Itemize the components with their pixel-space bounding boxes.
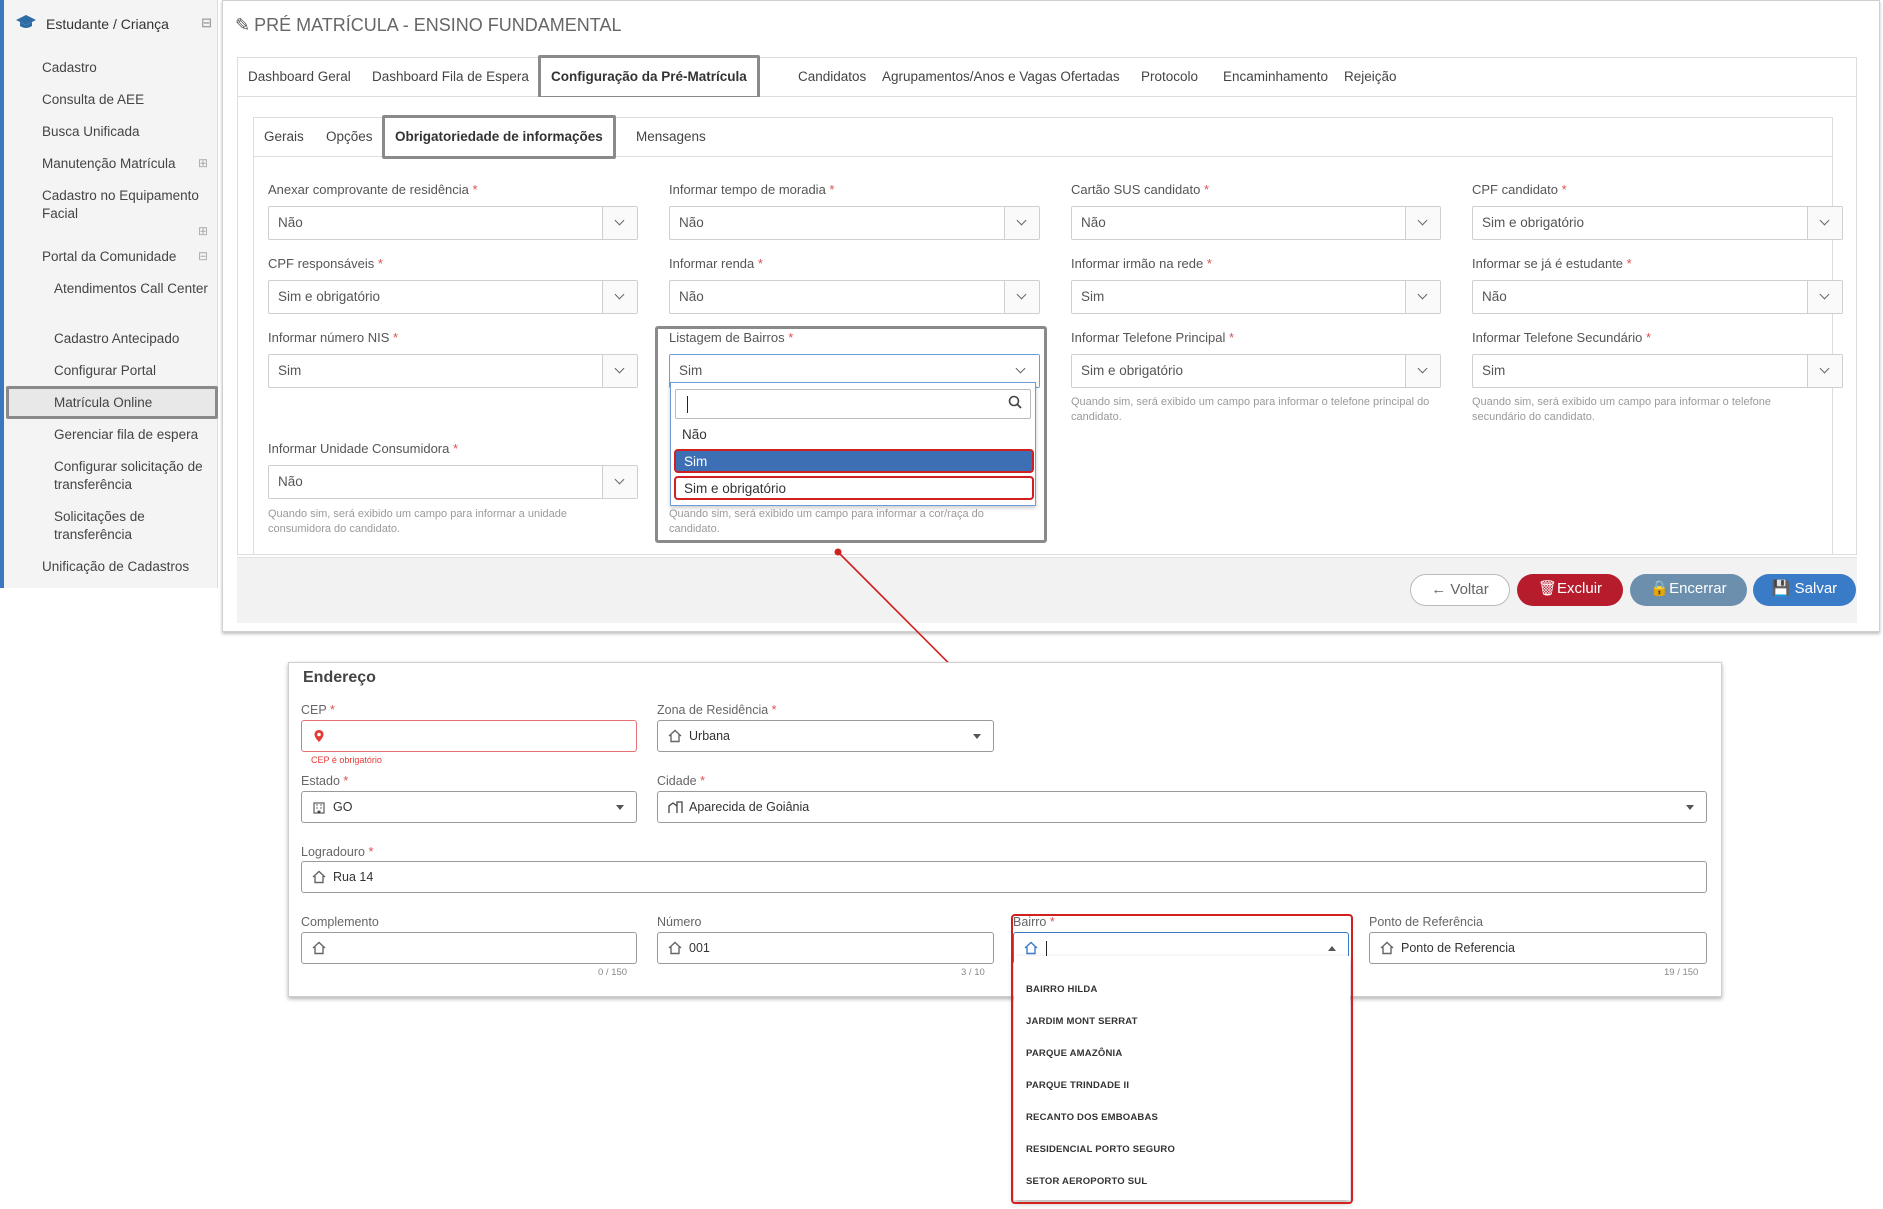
dropdown-arrow-icon[interactable] [1686, 805, 1694, 810]
cep-error: CEP é obrigatório [311, 755, 382, 765]
building-icon [312, 800, 326, 814]
address-title: Endereço [303, 669, 376, 686]
referencia-counter: 19 / 150 [1664, 967, 1699, 978]
city-icon [668, 800, 683, 814]
complemento-counter: 0 / 150 [598, 967, 628, 978]
estado-select[interactable]: GO [301, 791, 637, 823]
annotation-arrow [834, 548, 1131, 910]
zona-label: Zona de Residência * [657, 703, 777, 717]
dropdown-arrow-icon[interactable] [973, 734, 981, 739]
bairro-highlight-frame [1011, 914, 1353, 1204]
cidade-select[interactable]: Aparecida de Goiânia [657, 791, 1707, 823]
house-icon [1380, 941, 1394, 955]
house-icon [312, 870, 326, 884]
logradouro-label: Logradouro * [301, 845, 374, 859]
zona-select[interactable]: Urbana [657, 720, 994, 752]
house-icon [668, 729, 682, 743]
referencia-input[interactable]: Ponto de Referencia [1369, 932, 1707, 964]
map-pin-icon [312, 729, 326, 743]
logradouro-input[interactable]: Rua 14 [301, 861, 1707, 893]
cidade-label: Cidade * [657, 774, 705, 788]
complemento-input[interactable] [301, 932, 637, 964]
referencia-label: Ponto de Referência [1369, 915, 1483, 929]
house-icon [312, 941, 326, 955]
dropdown-arrow-icon[interactable] [616, 805, 624, 810]
complemento-label: Complemento [301, 915, 379, 929]
numero-input[interactable]: 001 [657, 932, 994, 964]
numero-label: Número [657, 915, 702, 929]
numero-counter: 3 / 10 [961, 967, 985, 978]
house-icon [668, 941, 682, 955]
cep-label: CEP * [301, 703, 335, 717]
cep-input[interactable] [301, 720, 637, 752]
estado-label: Estado * [301, 774, 349, 788]
